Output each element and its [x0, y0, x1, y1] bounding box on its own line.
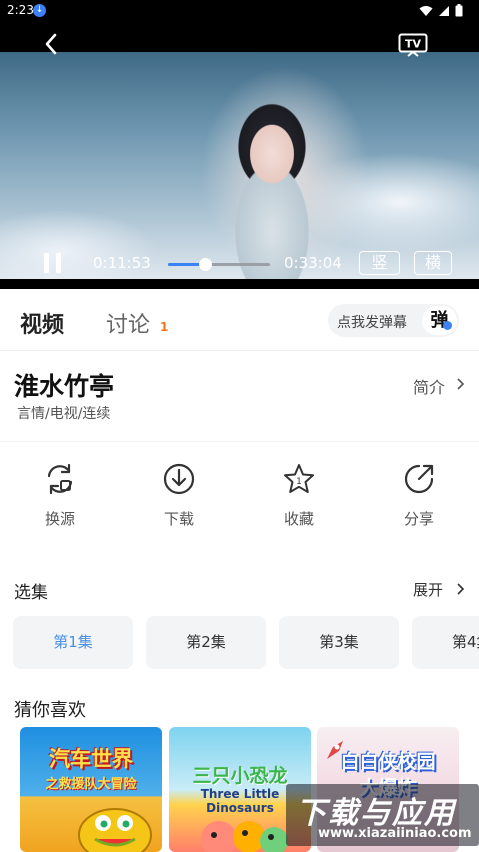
download-notification-icon: ↓	[33, 4, 46, 17]
poster-title: 汽车世界	[49, 747, 133, 771]
tab-video[interactable]: 视频	[20, 307, 64, 339]
show-tags: 言情/电视/连续	[17, 406, 111, 422]
tv-cast-label: TV	[405, 38, 422, 51]
danmu-toggle-button[interactable]: 弹	[422, 306, 457, 335]
system-icons	[419, 4, 463, 17]
back-arrow-icon[interactable]	[40, 32, 64, 56]
vertical-mode-button[interactable]: 竖	[359, 251, 400, 275]
wifi-icon	[419, 5, 433, 16]
chevron-right-icon[interactable]	[455, 582, 465, 596]
favorite-label: 收藏	[283, 510, 314, 528]
episodes-expand-link[interactable]: 展开	[413, 579, 443, 600]
switch-source-icon	[47, 463, 73, 495]
show-title: 淮水竹亭	[14, 372, 115, 401]
switch-source-label: 换源	[44, 510, 75, 528]
danmu-placeholder: 点我发弹幕	[337, 315, 407, 331]
download-icon	[163, 463, 195, 495]
episode-chip-1[interactable]: 第1集	[13, 616, 133, 669]
episode-chip-2[interactable]: 第2集	[146, 616, 266, 669]
rocket-icon	[327, 741, 343, 759]
download-label: 下载	[163, 510, 194, 528]
episode-chip-4[interactable]: 第4集	[412, 616, 479, 669]
discuss-count-badge: 1	[160, 320, 169, 334]
danmu-enabled-icon	[443, 321, 452, 330]
battery-icon	[455, 4, 463, 17]
video-frame[interactable]	[0, 52, 479, 279]
favorite-button[interactable]: 1 收藏	[269, 462, 329, 529]
tv-cast-icon[interactable]: TV	[398, 33, 428, 57]
cartoon-dinosaur-icon	[201, 821, 288, 852]
download-button[interactable]: 下载	[149, 462, 209, 529]
seek-thumb[interactable]	[198, 258, 212, 271]
tab-discuss[interactable]: 讨论	[106, 307, 150, 339]
watermark-url: www.xiazaiiniao.com	[318, 826, 472, 841]
episodes-title: 选集	[14, 583, 48, 603]
duration-time: 0:33:04	[284, 254, 342, 272]
chevron-right-icon[interactable]	[455, 377, 465, 391]
status-bar: 2:23 ↓	[0, 0, 479, 22]
horizontal-mode-button[interactable]: 横	[414, 251, 452, 275]
signal-icon	[439, 5, 449, 16]
current-time: 0:11:53	[93, 254, 151, 272]
share-button[interactable]: 分享	[389, 462, 449, 529]
share-icon	[404, 464, 434, 494]
divider	[0, 441, 479, 442]
recommend-title: 猜你喜欢	[14, 700, 86, 721]
svg-text:1: 1	[296, 477, 302, 487]
video-player[interactable]: TV 0:11:53 0:33:04 竖 横	[0, 22, 479, 289]
status-time: 2:23	[7, 3, 34, 17]
pause-button[interactable]	[43, 253, 63, 273]
recommend-poster-1[interactable]: 汽车世界 之救援队大冒险	[20, 727, 162, 852]
seek-bar[interactable]	[168, 258, 270, 271]
player-controls: 0:11:53 0:33:04 竖 横	[0, 248, 479, 280]
poster-subtitle: 之救援队大冒险	[45, 777, 137, 792]
star-icon: 1	[284, 464, 314, 493]
intro-link[interactable]: 简介	[413, 374, 445, 398]
switch-source-button[interactable]: 换源	[30, 462, 90, 529]
cartoon-car-icon	[78, 808, 152, 852]
tab-bar: 视频 讨论 1 点我发弹幕 弹	[0, 289, 479, 351]
episode-chip-3[interactable]: 第3集	[279, 616, 399, 669]
share-label: 分享	[403, 510, 434, 528]
watermark: 下载与应用 www.xiazaiiniao.com	[286, 784, 479, 846]
danmu-input[interactable]: 点我发弹幕 弹	[328, 304, 459, 337]
